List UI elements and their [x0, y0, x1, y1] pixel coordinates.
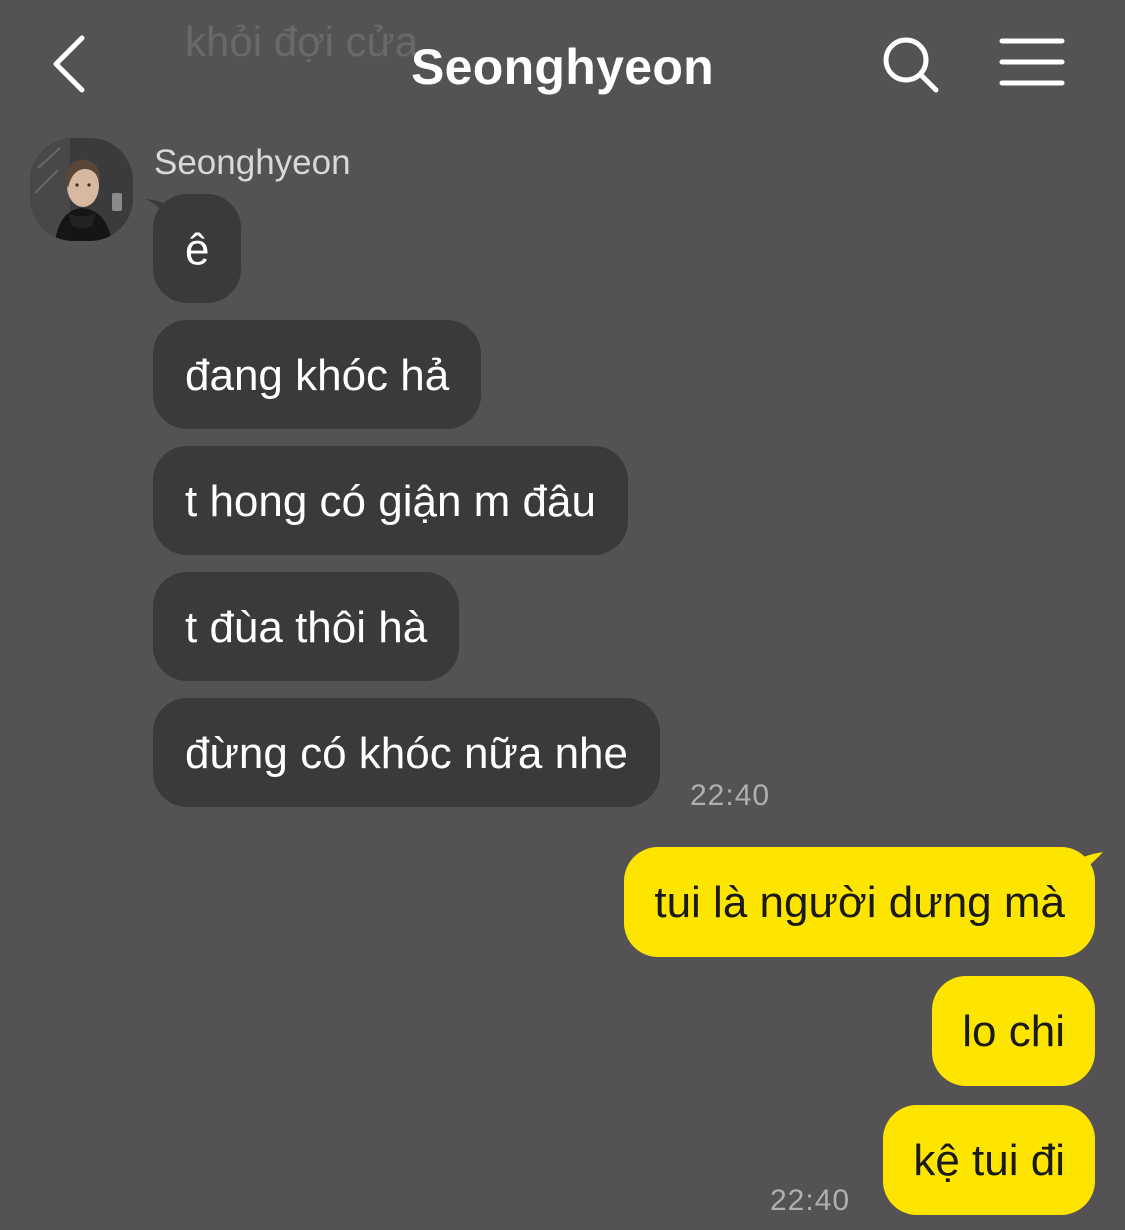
profile-photo — [30, 138, 133, 241]
sender-name: Seonghyeon — [154, 143, 351, 182]
outgoing-timestamp: 22:40 — [770, 1184, 851, 1217]
outgoing-message[interactable]: kệ tui đi — [883, 1105, 1095, 1215]
search-icon — [883, 37, 939, 93]
outgoing-message[interactable]: lo chi — [932, 976, 1095, 1086]
chat-title: Seonghyeon — [410, 39, 715, 95]
avatar[interactable] — [30, 138, 133, 241]
incoming-timestamp: 22:40 — [690, 779, 771, 812]
hamburger-menu-icon — [999, 38, 1065, 86]
incoming-message[interactable]: t đùa thôi hà — [153, 572, 460, 681]
incoming-message[interactable]: đang khóc hả — [153, 320, 482, 429]
incoming-message[interactable]: đừng có khóc nữa nhe — [153, 698, 660, 807]
chat-header: khỏi đợi cửa Seonghyeon — [0, 0, 1125, 130]
outgoing-message[interactable]: tui là người dưng mà — [624, 847, 1095, 957]
search-button[interactable] — [878, 32, 944, 98]
menu-button[interactable] — [995, 32, 1071, 92]
incoming-message[interactable]: t hong có giận m đâu — [153, 446, 628, 555]
incoming-message[interactable]: ê — [153, 194, 242, 303]
